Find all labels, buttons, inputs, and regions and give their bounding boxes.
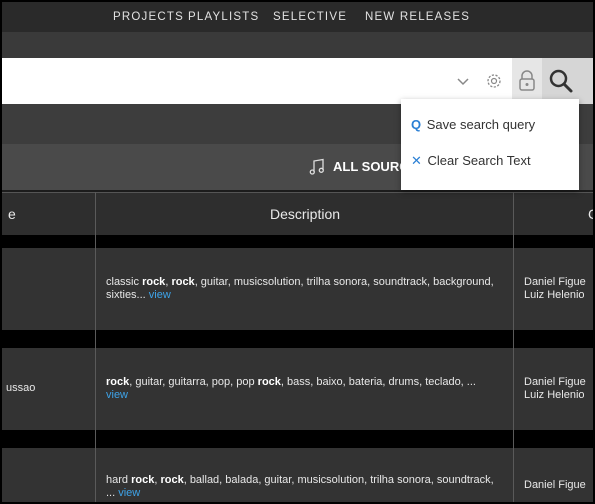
view-link[interactable]: view [149,289,171,301]
row-description: rock, guitar, guitarra, pop, pop rock, b… [106,376,501,402]
table-row[interactable]: ussao rock, guitar, guitarra, pop, pop r… [2,348,593,430]
view-link[interactable]: view [118,487,140,499]
creator-name[interactable]: Daniel Figue [524,479,593,492]
table-row[interactable]: hard rock, rock, ballad, balada, guitar,… [2,448,593,502]
row-gap [2,235,593,248]
search-bar [2,58,512,104]
gear-icon[interactable] [484,71,504,91]
row-title: ussao [6,382,36,394]
close-icon: ✕ [411,153,422,168]
column-divider [95,192,96,502]
search-button[interactable] [542,58,593,104]
lock-icon [519,70,535,91]
row-gap [2,330,593,348]
nav-projects[interactable]: PROJECTS [113,11,184,23]
search-input[interactable] [10,68,444,96]
row-description: hard rock, rock, ballad, balada, guitar,… [106,474,501,500]
search-icon [549,69,573,93]
row-creators: Daniel Figue Luiz Helenio [524,276,593,302]
lock-button[interactable] [512,58,542,104]
nav-playlists[interactable]: PLAYLISTS [188,11,259,23]
row-creators: Daniel Figue Luiz Helenio [524,376,593,402]
all-sources-label: ALL SOURC [333,159,409,174]
column-header-title[interactable]: e [8,193,16,235]
chevron-down-icon[interactable] [455,73,471,89]
column-header-creator[interactable]: C [588,193,593,235]
creator-name[interactable]: Luiz Helenio [524,289,593,302]
nav-selective[interactable]: SELECTIVE [273,11,347,23]
music-note-icon [309,158,324,175]
top-nav: PROJECTS PLAYLISTS SELECTIVE NEW RELEASE… [2,2,593,32]
description-text: hard rock, rock, ballad, balada, guitar,… [106,474,494,499]
table-row[interactable]: classic rock, rock, guitar, musicsolutio… [2,248,593,330]
row-description: classic rock, rock, guitar, musicsolutio… [106,276,501,302]
clear-search-text-item[interactable]: ✕ Clear Search Text [411,153,531,169]
view-link[interactable]: view [106,389,128,401]
creator-name[interactable]: Daniel Figue [524,376,593,389]
row-creators: Daniel Figue [524,479,593,492]
description-text: rock, guitar, guitarra, pop, pop rock, b… [106,376,476,388]
creator-name[interactable]: Luiz Helenio [524,389,593,402]
header-band [2,32,593,58]
save-search-query-label: Save search query [426,117,536,132]
column-divider [513,192,514,502]
table-header: e Description C [2,192,593,236]
search-icon: Q [411,117,422,132]
search-options-dropdown: Q Save search query ✕ Clear Search Text [401,99,579,190]
clear-search-text-label: Clear Search Text [427,153,531,168]
row-gap [2,430,593,448]
nav-new-releases[interactable]: NEW RELEASES [365,11,470,23]
save-search-query-item[interactable]: Q Save search query [411,117,535,132]
column-header-description[interactable]: Description [270,193,340,235]
creator-name[interactable]: Daniel Figue [524,276,593,289]
app-frame: PROJECTS PLAYLISTS SELECTIVE NEW RELEASE… [0,0,595,504]
